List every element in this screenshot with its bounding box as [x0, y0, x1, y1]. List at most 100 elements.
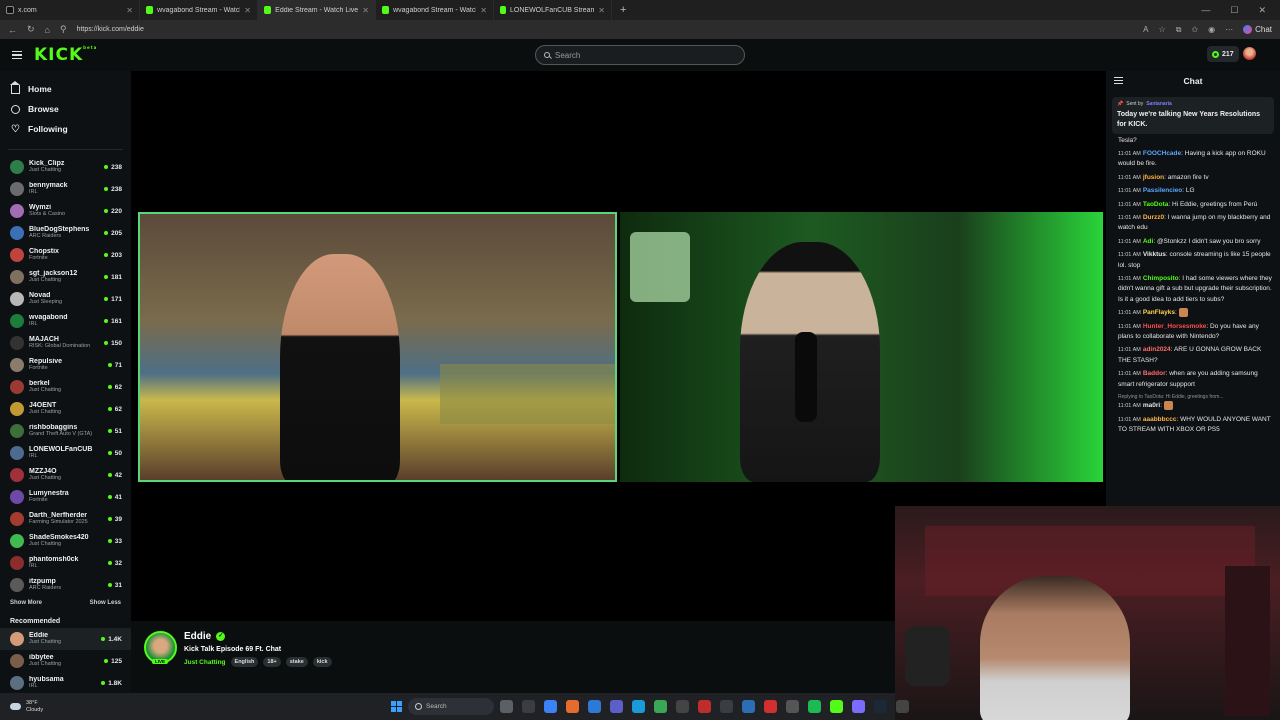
- browser-tab[interactable]: x.com ✕: [0, 0, 140, 20]
- show-less-button[interactable]: Show Less: [90, 600, 121, 606]
- chat-username[interactable]: Baddor: [1143, 370, 1166, 377]
- chat-username[interactable]: Passilencieo: [1143, 187, 1182, 194]
- chat-username[interactable]: Chimposito: [1143, 275, 1179, 282]
- tag-pill[interactable]: kick: [312, 657, 332, 667]
- show-more-button[interactable]: Show More: [10, 600, 42, 606]
- app-icon[interactable]: [698, 700, 711, 713]
- sidebar-channel-item[interactable]: Eddie Just Chatting 1.4K: [0, 628, 131, 650]
- copilot-chat-button[interactable]: Chat: [1243, 25, 1272, 34]
- teams-icon[interactable]: [610, 700, 623, 713]
- chat-message[interactable]: 11:01 AM Passilencieo: LG: [1118, 186, 1274, 196]
- task-view-icon[interactable]: [500, 700, 513, 713]
- close-tab-icon[interactable]: ✕: [598, 6, 605, 15]
- chat-username[interactable]: ma0ri: [1143, 402, 1160, 409]
- chat-message[interactable]: 11:01 AM adin2024: ARE U GONNA GROW BACK …: [1118, 345, 1274, 366]
- user-avatar[interactable]: [1243, 47, 1256, 60]
- site-info-icon[interactable]: ⚲: [60, 24, 67, 35]
- tag-pill[interactable]: English: [230, 657, 259, 667]
- chat-message[interactable]: 11:01 AM PanFlayks:: [1118, 308, 1274, 319]
- app-icon[interactable]: [896, 700, 909, 713]
- sidebar-channel-item[interactable]: wvagabond IRL 161: [0, 310, 131, 332]
- close-tab-icon[interactable]: ✕: [244, 6, 251, 15]
- app-icon[interactable]: [786, 700, 799, 713]
- kick-points-badge[interactable]: 217: [1207, 46, 1239, 62]
- copilot-icon[interactable]: [544, 700, 557, 713]
- sidebar-channel-item[interactable]: ibbytee Just Chatting 125: [0, 650, 131, 672]
- sidebar-channel-item[interactable]: itzpump ARC Raiders 31: [0, 574, 131, 596]
- sidebar-channel-item[interactable]: BlueDogStephens ARC Raiders 205: [0, 222, 131, 244]
- favorite-star-icon[interactable]: ☆: [1159, 25, 1166, 34]
- sidebar-channel-item[interactable]: sgt_jackson12 Just Chatting 181: [0, 266, 131, 288]
- refresh-icon[interactable]: ↻: [27, 24, 35, 35]
- browser-tab[interactable]: wvagabond Stream - Watch Li ✕: [140, 0, 258, 20]
- sidebar-channel-item[interactable]: Repulsive Fortnite 71: [0, 354, 131, 376]
- chat-message[interactable]: 11:01 AM Hunter_Horsesmoke: Do you have a…: [1118, 322, 1274, 343]
- app-icon[interactable]: [852, 700, 865, 713]
- streamer-name[interactable]: Eddie ✓: [184, 631, 226, 642]
- chat-username[interactable]: jfusion: [1143, 174, 1164, 181]
- chat-message[interactable]: Replying to TaoDota: Hi Eddie, greetings…: [1118, 393, 1274, 412]
- sidebar-channel-item[interactable]: bennymack IRL 238: [0, 178, 131, 200]
- sidebar-channel-item[interactable]: LONEWOLFanCUB IRL 50: [0, 442, 131, 464]
- back-icon[interactable]: ←: [8, 25, 17, 35]
- chat-username[interactable]: Adi: [1143, 238, 1153, 245]
- home-icon[interactable]: ⌂: [45, 25, 50, 35]
- taskbar-search[interactable]: Search: [408, 698, 494, 715]
- close-tab-icon[interactable]: ✕: [126, 6, 133, 15]
- collapse-chat-icon[interactable]: [1114, 77, 1123, 84]
- sidebar-channel-item[interactable]: Novad Just Sleeping 171: [0, 288, 131, 310]
- browser-tab[interactable]: Eddie Stream - Watch Live on✕: [258, 0, 376, 20]
- file-explorer-icon[interactable]: [522, 700, 535, 713]
- nav-home[interactable]: Home: [10, 79, 131, 99]
- nav-browse[interactable]: Browse: [11, 99, 131, 119]
- read-aloud-icon[interactable]: A: [1143, 25, 1148, 34]
- chat-username[interactable]: aaabbbccc: [1143, 416, 1177, 423]
- close-window-icon[interactable]: ✕: [1258, 5, 1266, 16]
- app-icon[interactable]: [830, 700, 843, 713]
- chrome-icon[interactable]: [654, 700, 667, 713]
- sidebar-channel-item[interactable]: J4OENT Just Chatting 62: [0, 398, 131, 420]
- chat-message[interactable]: 11:01 AM Vikktus: console streaming is li…: [1118, 250, 1274, 271]
- extensions-icon[interactable]: ⧉: [1176, 25, 1182, 35]
- sidebar-channel-item[interactable]: Kick_Clipz Just Chatting 238: [0, 156, 131, 178]
- menu-icon[interactable]: [12, 50, 22, 60]
- reply-context[interactable]: Replying to TaoDota: Hi Eddie, greetings…: [1118, 393, 1274, 401]
- sidebar-channel-item[interactable]: Darth_Nerfherder Farming Simulator 2025 39: [0, 508, 131, 530]
- edge-icon[interactable]: [632, 700, 645, 713]
- sidebar-channel-item[interactable]: Lumynestra Fortnite 41: [0, 486, 131, 508]
- chat-message[interactable]: 11:01 AM Chimposito: I had some viewers w…: [1118, 274, 1274, 305]
- app-icon[interactable]: [764, 700, 777, 713]
- windows-start-icon[interactable]: [391, 701, 402, 712]
- chat-username[interactable]: PanFlayks: [1143, 309, 1175, 316]
- browser-tab[interactable]: wvagabond Stream - Watch Li ✕: [376, 0, 494, 20]
- chat-username[interactable]: Vikktus: [1143, 251, 1166, 258]
- more-options-icon[interactable]: ⋯: [1225, 25, 1233, 34]
- chat-message[interactable]: 11:01 AM Baddor: when are you adding sams…: [1118, 369, 1274, 390]
- app-icon[interactable]: [720, 700, 733, 713]
- pinned-message[interactable]: 📌 Sent by Santanaria Today we're talking…: [1112, 97, 1274, 134]
- new-tab-button[interactable]: +: [612, 4, 634, 16]
- chat-username[interactable]: FOOCHcade: [1143, 150, 1181, 157]
- steam-icon[interactable]: [874, 700, 887, 713]
- url-field[interactable]: https://kick.com/eddie: [77, 26, 144, 33]
- sidebar-channel-item[interactable]: berkel Just Chatting 62: [0, 376, 131, 398]
- sidebar-channel-item[interactable]: MAJACH RISK: Global Domination 150: [0, 332, 131, 354]
- nav-following[interactable]: ♡ Following: [11, 119, 131, 139]
- close-tab-icon[interactable]: ✕: [480, 6, 487, 15]
- tag-pill[interactable]: 18+: [263, 657, 281, 667]
- kick-logo[interactable]: KICKbeta: [34, 45, 97, 65]
- spotify-icon[interactable]: [808, 700, 821, 713]
- sidebar-channel-item[interactable]: MZZJ4O Just Chatting 42: [0, 464, 131, 486]
- chat-message[interactable]: Tesla?: [1118, 136, 1274, 146]
- xbox-icon[interactable]: [676, 700, 689, 713]
- chat-message[interactable]: 11:01 AM aaabbbccc: WHY WOULD ANYONE WANT…: [1118, 415, 1274, 436]
- chat-message[interactable]: 11:01 AM Adi: @Stonkzz I didn't saw you b…: [1118, 237, 1274, 247]
- chat-message[interactable]: 11:01 AM Durzz0: I wanna jump on my black…: [1118, 213, 1274, 234]
- sidebar-channel-item[interactable]: Chopstix Fortnite 203: [0, 244, 131, 266]
- sidebar-channel-item[interactable]: Wymzi Slots & Casino 220: [0, 200, 131, 222]
- tag-pill[interactable]: stake: [285, 657, 308, 667]
- close-tab-icon[interactable]: ✕: [362, 6, 369, 15]
- chat-username[interactable]: Durzz0: [1143, 214, 1164, 221]
- stream-category-link[interactable]: Just Chatting: [184, 659, 226, 666]
- sidebar-channel-item[interactable]: hyubsama IRL 1.8K: [0, 672, 131, 693]
